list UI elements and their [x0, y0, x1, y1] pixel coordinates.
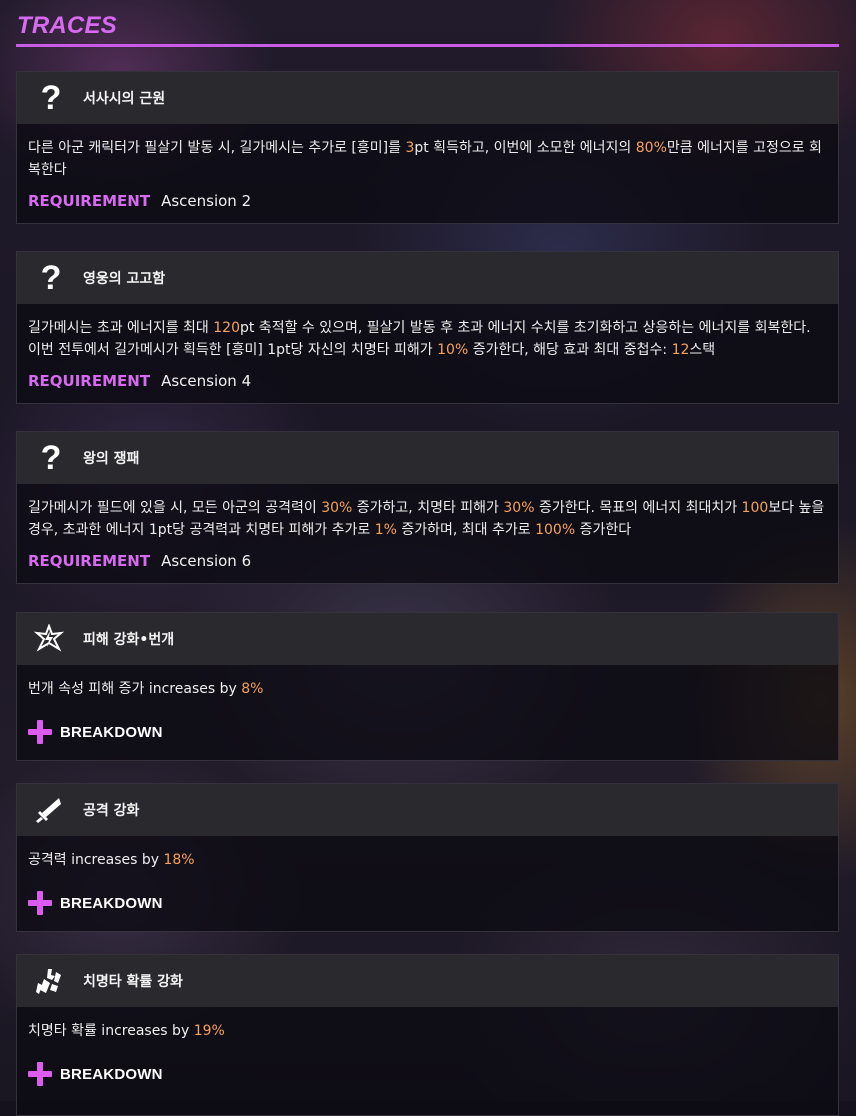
- trace-card-2: ? 영웅의 고고함 길가메시는 초과 에너지를 최대 120pt 축적할 수 있…: [16, 251, 839, 404]
- breakdown-label: BREAKDOWN: [60, 1065, 163, 1083]
- trace-card-5: 공격 강화 공격력 increases by 18% BREAKDOWN: [16, 783, 839, 932]
- section-title: TRACES: [17, 12, 117, 39]
- trace-card-header: ? 서사시의 근원: [17, 72, 838, 124]
- requirement-row: REQUIREMENT Ascension 2: [28, 190, 827, 212]
- desc-text: 증가하며, 최대 추가로: [396, 522, 536, 538]
- traces-panel: TRACES ? 서사시의 근원 다른 아군 캐릭터가 필살기 발동 시, 길가…: [16, 0, 839, 1116]
- trace-name: 치명타 확률 강화: [83, 974, 183, 990]
- desc-text: 번개 속성 피해 증가 increases by: [28, 681, 242, 697]
- desc-value: 10%: [437, 342, 469, 358]
- desc-text: 치명타 확률 increases by: [28, 1023, 194, 1039]
- breakdown-toggle[interactable]: BREAKDOWN: [28, 1061, 827, 1087]
- trace-card-4: 피해 강화•번개 번개 속성 피해 증가 increases by 8% BRE…: [16, 612, 839, 761]
- desc-value: 12: [671, 342, 690, 358]
- trace-name: 공격 강화: [83, 803, 140, 819]
- requirement-value: Ascension 4: [161, 372, 252, 390]
- trace-description: 치명타 확률 increases by 19%: [28, 1020, 827, 1042]
- requirement-value: Ascension 2: [161, 192, 252, 210]
- section-title-underline: [16, 44, 839, 47]
- trace-card-1: ? 서사시의 근원 다른 아군 캐릭터가 필살기 발동 시, 길가메시는 추가로…: [16, 71, 839, 224]
- desc-text: 증가한다: [575, 522, 632, 538]
- desc-value: 18%: [163, 852, 195, 868]
- desc-value: 120: [213, 320, 240, 336]
- breakdown-label: BREAKDOWN: [60, 723, 163, 741]
- trace-card-header: ? 왕의 쟁패: [17, 432, 838, 484]
- desc-value: 80%: [635, 140, 667, 156]
- desc-value: 30%: [321, 500, 353, 516]
- trace-card-header: 피해 강화•번개: [17, 613, 838, 665]
- trace-description: 길가메시가 필드에 있을 시, 모든 아군의 공격력이 30% 증가하고, 치명…: [28, 497, 827, 541]
- desc-text: 공격력 increases by: [28, 852, 164, 868]
- requirement-value: Ascension 6: [161, 552, 252, 570]
- desc-value: 8%: [241, 681, 264, 697]
- desc-text: 다른 아군 캐릭터가 필살기 발동 시, 길가메시는 추가로 [흥미]를: [28, 140, 406, 156]
- breakdown-toggle[interactable]: BREAKDOWN: [28, 719, 827, 745]
- question-mark-icon: ?: [40, 79, 62, 117]
- trace-card-3: ? 왕의 쟁패 길가메시가 필드에 있을 시, 모든 아군의 공격력이 30% …: [16, 431, 839, 584]
- question-mark-icon: ?: [40, 439, 62, 477]
- plus-icon: [28, 891, 52, 915]
- trace-card-header: 치명타 확률 강화: [17, 955, 838, 1007]
- crit-rate-boost-icon: [17, 955, 81, 1007]
- trace-card-header: 공격 강화: [17, 784, 838, 836]
- lightning-dmg-boost-icon: [17, 613, 81, 665]
- desc-text: 증가한다, 해당 효과 최대 중첩수:: [468, 342, 672, 358]
- requirement-label: REQUIREMENT: [28, 192, 151, 210]
- requirement-row: REQUIREMENT Ascension 4: [28, 370, 827, 392]
- trace-name: 서사시의 근원: [83, 91, 166, 107]
- desc-text: pt 획득하고, 이번에 소모한 에너지의: [414, 140, 636, 156]
- trace-name: 영웅의 고고함: [83, 271, 166, 287]
- desc-value: 100%: [535, 522, 576, 538]
- trace-card-6: 치명타 확률 강화 치명타 확률 increases by 19% BREAKD…: [16, 954, 839, 1116]
- trace-card-header: ? 영웅의 고고함: [17, 252, 838, 304]
- desc-value: 30%: [503, 500, 535, 516]
- desc-text: 길가메시는 초과 에너지를 최대: [28, 320, 214, 336]
- desc-value: 100: [741, 500, 769, 516]
- desc-value: 19%: [193, 1023, 225, 1039]
- desc-text: 증가하고, 치명타 피해가: [352, 500, 504, 516]
- sword-atk-boost-icon: [17, 784, 81, 836]
- plus-icon: [28, 720, 52, 744]
- plus-icon: [28, 1062, 52, 1086]
- requirement-label: REQUIREMENT: [28, 372, 151, 390]
- requirement-label: REQUIREMENT: [28, 552, 151, 570]
- trace-description: 길가메시는 초과 에너지를 최대 120pt 축적할 수 있으며, 필살기 발동…: [28, 317, 827, 361]
- trace-name: 피해 강화•번개: [83, 632, 175, 648]
- desc-text: 스택: [689, 342, 716, 358]
- trace-description: 번개 속성 피해 증가 increases by 8%: [28, 678, 827, 700]
- trace-description: 다른 아군 캐릭터가 필살기 발동 시, 길가메시는 추가로 [흥미]를 3pt…: [28, 137, 827, 181]
- section-header: TRACES: [16, 0, 839, 48]
- breakdown-toggle[interactable]: BREAKDOWN: [28, 890, 827, 916]
- breakdown-label: BREAKDOWN: [60, 894, 163, 912]
- desc-text: 길가메시가 필드에 있을 시, 모든 아군의 공격력이: [28, 500, 322, 516]
- desc-text: 증가한다. 목표의 에너지 최대치가: [534, 500, 742, 516]
- trace-description: 공격력 increases by 18%: [28, 849, 827, 871]
- question-mark-icon: ?: [40, 259, 62, 297]
- desc-value: 1%: [374, 522, 397, 538]
- requirement-row: REQUIREMENT Ascension 6: [28, 550, 827, 572]
- trace-name: 왕의 쟁패: [83, 451, 140, 467]
